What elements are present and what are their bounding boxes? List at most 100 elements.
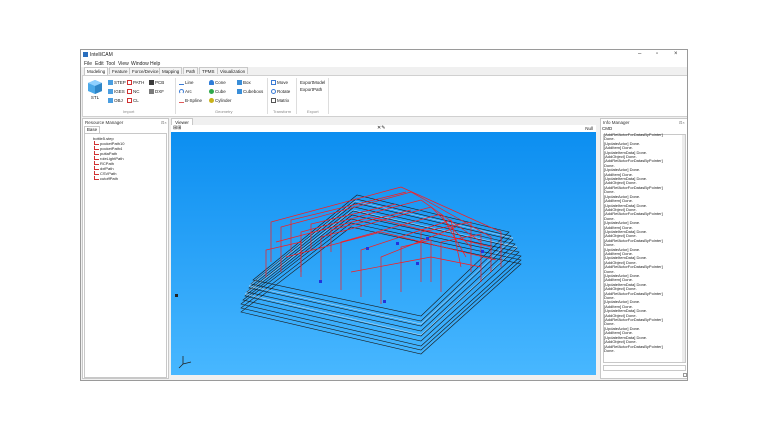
line-button[interactable]: Line bbox=[179, 80, 194, 85]
rotate-button[interactable]: Rotate bbox=[271, 89, 290, 95]
path-icon bbox=[94, 151, 99, 155]
pcb-label: PCB bbox=[155, 80, 165, 85]
tree-item[interactable]: cutoffPath bbox=[94, 176, 118, 181]
path-icon bbox=[94, 141, 99, 145]
panel-close-icon[interactable]: ⊡× bbox=[679, 120, 685, 125]
iges-label: IGES bbox=[114, 89, 125, 94]
box-label: Box bbox=[243, 80, 251, 85]
line-label: Line bbox=[185, 80, 194, 85]
cubeboxs-label: Cubeboxs bbox=[243, 89, 264, 94]
cube-label: Cube bbox=[215, 89, 226, 94]
panel-close-icon[interactable]: ⊡× bbox=[161, 120, 167, 125]
ribbon: STL STEP IGES OBJ PATH NC CL PCB DXF Imp… bbox=[82, 75, 687, 117]
maximize-icon[interactable]: ▫ bbox=[656, 51, 658, 57]
arc-icon bbox=[179, 89, 184, 95]
path-label: PATH bbox=[133, 80, 145, 85]
matrix-button[interactable]: Matrix bbox=[271, 98, 290, 104]
arc-button[interactable]: Arc bbox=[179, 89, 192, 95]
bspline-icon bbox=[179, 99, 184, 103]
path-icon bbox=[94, 156, 99, 160]
tab-path[interactable]: Path bbox=[183, 67, 199, 74]
cylinder-icon bbox=[209, 98, 214, 104]
export-path-button[interactable]: ExportPath bbox=[300, 87, 322, 92]
cl-label: CL bbox=[133, 98, 139, 103]
tree-item-label: cutoffPath bbox=[100, 176, 118, 181]
matrix-label: Matrix bbox=[277, 98, 290, 103]
toolpath-model-view bbox=[175, 186, 522, 369]
title-bar: IntelliCAM – ▫ × bbox=[81, 50, 687, 60]
nc-icon bbox=[127, 89, 132, 95]
view-tools-icon[interactable]: ✕✎ bbox=[377, 125, 385, 131]
obj-icon bbox=[108, 98, 113, 104]
window-title: IntelliCAM bbox=[90, 52, 113, 58]
cube-icon bbox=[209, 89, 214, 95]
path-icon bbox=[127, 80, 132, 86]
cubeboxs-button[interactable]: Cubeboxs bbox=[237, 89, 264, 95]
path-import-button[interactable]: PATH bbox=[127, 80, 145, 86]
resource-manager-title: Resource Manager bbox=[85, 120, 124, 125]
nc-label: NC bbox=[133, 89, 140, 94]
3d-viewer[interactable]: ⊞⊞ ✕✎ Null bbox=[171, 125, 596, 375]
tab-force-device[interactable]: Force/Device bbox=[129, 67, 162, 74]
tab-visualization[interactable]: Visualization bbox=[217, 67, 249, 74]
path-icon bbox=[94, 171, 99, 175]
line-icon bbox=[179, 81, 184, 85]
tab-tpms[interactable]: TPMS bbox=[199, 67, 218, 74]
group-transform-label: Transform bbox=[273, 109, 292, 114]
path-icon bbox=[94, 161, 99, 165]
tab-modeling[interactable]: Modeling bbox=[84, 67, 109, 75]
iges-button[interactable]: IGES bbox=[108, 89, 125, 95]
bspline-label: B-Spline bbox=[185, 98, 203, 103]
ribbon-tabs: Modeling Feature Force/Device Mapping Pa… bbox=[81, 67, 687, 75]
close-icon[interactable]: × bbox=[674, 51, 678, 57]
log-scrollbar[interactable] bbox=[682, 135, 685, 362]
move-button[interactable]: Move bbox=[271, 80, 289, 86]
arc-label: Arc bbox=[185, 89, 192, 94]
move-label: Move bbox=[277, 80, 289, 85]
resource-manager-panel: Resource Manager ⊡× Base bottle5.step po… bbox=[82, 118, 169, 379]
cube-button[interactable]: Cube bbox=[209, 89, 226, 95]
tab-mapping[interactable]: Mapping bbox=[159, 67, 183, 74]
box-icon bbox=[237, 80, 242, 86]
iges-icon bbox=[108, 89, 113, 95]
toolpath-lines bbox=[265, 186, 502, 304]
rotate-icon bbox=[271, 89, 276, 95]
path-icon bbox=[94, 166, 99, 170]
cmd-input[interactable] bbox=[603, 365, 686, 371]
tab-feature[interactable]: Feature bbox=[109, 67, 131, 74]
move-icon bbox=[271, 80, 276, 86]
cl-button[interactable]: CL bbox=[127, 98, 139, 104]
pivot-marker-icon bbox=[175, 294, 178, 297]
info-manager-title: Info Manager bbox=[603, 120, 630, 125]
viewer-status-label: Null bbox=[585, 126, 593, 131]
path-icon bbox=[94, 146, 99, 150]
obj-label: OBJ bbox=[114, 98, 123, 103]
pcb-icon bbox=[149, 80, 154, 86]
menu-bar: File Edit Tool View Window Help bbox=[81, 60, 687, 67]
export-model-button[interactable]: ExportModel bbox=[300, 80, 325, 85]
separator bbox=[328, 78, 329, 114]
obj-button[interactable]: OBJ bbox=[108, 98, 123, 104]
dxf-button[interactable]: DXF bbox=[149, 89, 164, 95]
cl-icon bbox=[127, 98, 132, 104]
stl-button[interactable]: STL bbox=[88, 80, 102, 100]
view-options-icon[interactable]: ⊞⊞ bbox=[173, 125, 181, 131]
separator bbox=[296, 78, 297, 114]
nc-button[interactable]: NC bbox=[127, 89, 140, 95]
cone-button[interactable]: Cone bbox=[209, 80, 226, 86]
bspline-button[interactable]: B-Spline bbox=[179, 98, 202, 103]
cylinder-button[interactable]: Cylinder bbox=[209, 98, 232, 104]
minimize-icon[interactable]: – bbox=[638, 51, 641, 57]
step-label: STEP bbox=[114, 80, 126, 85]
cmd-log: [AddRefActorForDatasByPointer] Done. [Upda… bbox=[604, 133, 677, 358]
tab-cmd[interactable]: CMD bbox=[602, 126, 612, 131]
app-logo-icon bbox=[83, 52, 88, 57]
separator bbox=[175, 78, 176, 114]
separator bbox=[267, 78, 268, 114]
step-button[interactable]: STEP bbox=[108, 80, 126, 86]
resize-grip-icon[interactable] bbox=[683, 373, 687, 377]
box-button[interactable]: Box bbox=[237, 80, 251, 86]
pcb-button[interactable]: PCB bbox=[149, 80, 165, 86]
group-geometry-label: Geometry bbox=[215, 109, 233, 114]
axes-triad-icon bbox=[178, 356, 192, 369]
